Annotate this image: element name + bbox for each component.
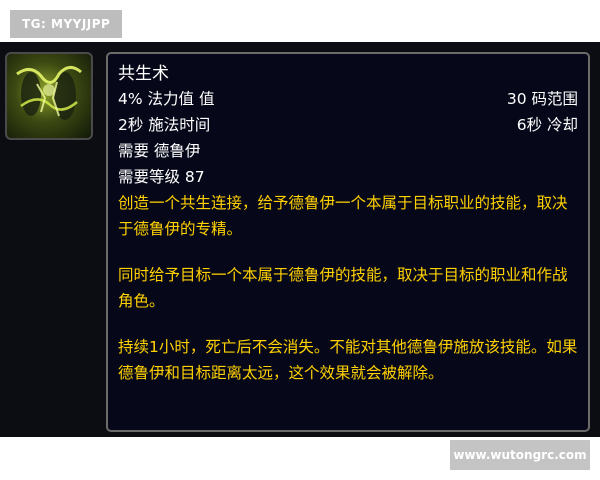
required-class: 需要 德鲁伊 [118, 142, 201, 160]
symbiosis-icon-art [16, 66, 82, 120]
description-paragraph: 创造一个共生连接，给予德鲁伊一个本属于目标职业的技能，取决于德鲁伊的专精。 [118, 194, 568, 238]
spell-tooltip: 共生术 4% 法力值 值 30 码范围 2秒 施法时间 6秒 冷却 需要 德鲁伊… [106, 52, 590, 432]
spell-name: 共生术 [118, 64, 169, 84]
watermark-top: TG: MYYJJPP [10, 10, 123, 38]
cast-time: 2秒 施法时间 [118, 116, 211, 134]
cast-cooldown-row: 2秒 施法时间 6秒 冷却 [118, 112, 578, 138]
cooldown: 6秒 冷却 [516, 116, 578, 134]
description-paragraph: 同时给予目标一个本属于德鲁伊的技能，取决于目标的职业和作战角色。 [118, 266, 568, 310]
required-level: 需要等级 87 [118, 168, 205, 186]
spell-range: 30 码范围 [506, 90, 578, 108]
description-paragraph: 持续1小时，死亡后不会消失。不能对其他德鲁伊施放该技能。如果德鲁伊和目标距离太远… [118, 338, 578, 382]
spell-cost: 4% 法力值 值 [118, 90, 215, 108]
watermark-bottom: www.wutongrc.com [450, 440, 590, 470]
cost-range-row: 4% 法力值 值 30 码范围 [118, 86, 578, 112]
symbiosis-spell-icon [5, 52, 93, 140]
